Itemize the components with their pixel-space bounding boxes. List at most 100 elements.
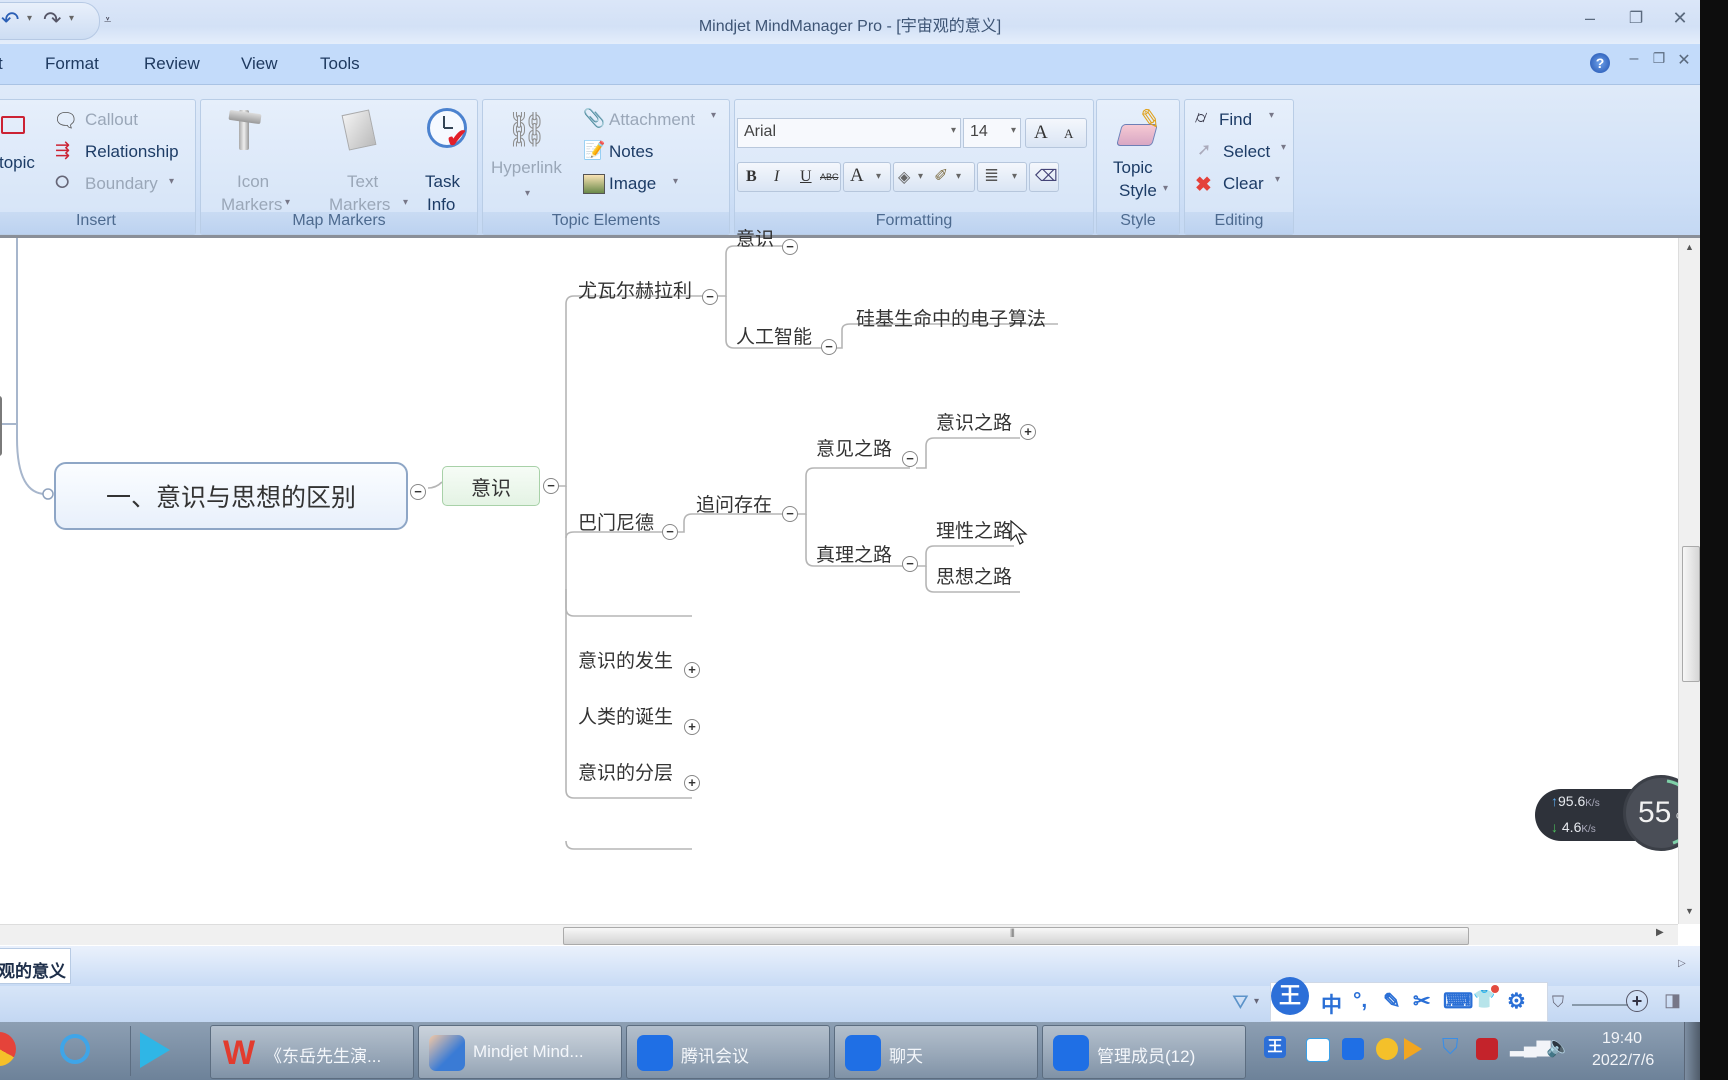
layout-view-icon[interactable]: ◨ xyxy=(1664,990,1681,1011)
subtopic-button[interactable]: topic xyxy=(0,153,35,173)
clear-dropdown-icon[interactable]: ▾ xyxy=(1275,174,1280,185)
tab-insert[interactable]: t xyxy=(0,54,3,74)
tray-power-icon[interactable] xyxy=(1476,1038,1498,1060)
restore-button[interactable]: ❐ xyxy=(1624,8,1648,28)
taskbar-button-members[interactable]: 管理成员(12) xyxy=(1042,1025,1246,1079)
tab-view[interactable]: View xyxy=(241,54,278,74)
font-size-combo[interactable]: 14 ▾ xyxy=(963,118,1021,148)
taskbar-button-mindjet[interactable]: Mindjet Mind... xyxy=(418,1025,622,1079)
topic-birth-humanity[interactable]: 人类的诞生 xyxy=(578,702,673,729)
collapse-question-being-button[interactable]: − xyxy=(782,506,798,522)
line-color-dropdown-icon[interactable]: ▾ xyxy=(956,171,961,182)
collapse-harari-button[interactable]: − xyxy=(702,289,718,305)
taskbar-button-wps[interactable]: W 《东岳先生演... xyxy=(210,1025,414,1079)
collapse-parmenides-button[interactable]: − xyxy=(662,524,678,540)
zoom-in-button[interactable]: + xyxy=(1626,990,1648,1012)
offscreen-topic-node[interactable] xyxy=(0,396,2,456)
bold-button[interactable]: B xyxy=(746,168,757,186)
grow-font-button[interactable]: A xyxy=(1034,122,1048,144)
tray-qq-icon[interactable] xyxy=(1306,1038,1330,1062)
document-tab[interactable]: 观的意义 xyxy=(0,948,71,984)
line-color-icon[interactable]: ✐ xyxy=(934,166,948,186)
close-button[interactable]: ✕ xyxy=(1668,8,1692,29)
ime-keyboard-icon[interactable]: ⌨ xyxy=(1443,989,1473,1014)
main-topic-consciousness[interactable]: 意识 xyxy=(442,466,540,506)
zoom-slider[interactable] xyxy=(1572,1004,1628,1006)
ime-handwrite-icon[interactable]: ✎ xyxy=(1383,989,1401,1014)
collapse-central-button[interactable]: − xyxy=(410,484,426,500)
topic-way-of-reason[interactable]: 理性之路 xyxy=(936,516,1012,543)
horizontal-scrollbar[interactable]: ⦀ ▶ xyxy=(0,924,1678,945)
doc-close-button[interactable]: ✕ xyxy=(1672,50,1696,70)
fill-color-dropdown-icon[interactable]: ▾ xyxy=(918,171,923,182)
topic-harari-consciousness[interactable]: 意识 xyxy=(736,224,774,251)
topic-way-of-truth[interactable]: 真理之路 xyxy=(816,540,892,567)
filter-dropdown-icon[interactable]: ▾ xyxy=(1254,996,1259,1007)
clear-button[interactable]: Clear xyxy=(1223,174,1264,194)
ime-punctuation[interactable]: °, xyxy=(1353,989,1367,1013)
tray-volume-icon[interactable]: 🔈 xyxy=(1546,1034,1571,1059)
hyperlink-dropdown-icon[interactable]: ▾ xyxy=(525,188,530,199)
boundary-dropdown-icon[interactable]: ▾ xyxy=(169,176,174,187)
scroll-up-icon[interactable]: ▲ xyxy=(1685,242,1694,252)
image-dropdown-icon[interactable]: ▾ xyxy=(673,176,678,187)
fill-color-icon[interactable]: ◈ xyxy=(898,167,910,187)
icon-markers-label-1[interactable]: Icon xyxy=(237,172,269,192)
ime-screenshot-icon[interactable]: ✂ xyxy=(1413,989,1431,1014)
font-size-dropdown-icon[interactable]: ▾ xyxy=(1011,125,1016,136)
minimize-button[interactable]: – xyxy=(1578,8,1602,29)
tab-scroll-icon[interactable]: ▷ xyxy=(1678,958,1686,969)
filter-icon[interactable]: ⛛ xyxy=(1232,992,1249,1015)
topic-ai[interactable]: 人工智能 xyxy=(736,322,812,349)
collapse-main-button[interactable]: − xyxy=(543,478,559,494)
qq-browser-icon[interactable] xyxy=(60,1034,90,1064)
topic-style-dropdown-icon[interactable]: ▾ xyxy=(1163,183,1168,194)
font-dropdown-icon[interactable]: ▾ xyxy=(951,125,956,136)
topic-way-of-thought[interactable]: 思想之路 xyxy=(936,562,1012,589)
topic-layers-consciousness[interactable]: 意识的分层 xyxy=(578,758,673,785)
scroll-down-icon[interactable]: ▼ xyxy=(1685,906,1694,916)
tray-security-icon[interactable]: ⛉ xyxy=(1442,1034,1459,1060)
vertical-scroll-thumb[interactable] xyxy=(1682,546,1700,682)
topic-style-label-1[interactable]: Topic xyxy=(1113,158,1153,178)
hyperlink-button[interactable]: Hyperlink xyxy=(491,158,562,178)
align-button[interactable]: ≣ ▾ xyxy=(977,162,1027,192)
expand-layers-consciousness-button[interactable]: + xyxy=(684,775,700,791)
show-desktop-button[interactable] xyxy=(1684,1022,1700,1080)
help-icon[interactable]: ? xyxy=(1590,53,1610,73)
doc-restore-button[interactable]: ❐ xyxy=(1647,50,1671,67)
tray-network-icon[interactable]: ▂▄▆ xyxy=(1510,1036,1550,1057)
font-color-button[interactable]: A ▾ xyxy=(843,162,891,192)
subtopic-icon[interactable] xyxy=(1,116,25,134)
expand-birth-humanity-button[interactable]: + xyxy=(684,719,700,735)
collapse-ai-button[interactable]: − xyxy=(821,339,837,355)
strikethrough-button[interactable]: ABC xyxy=(820,172,839,182)
notes-button[interactable]: Notes xyxy=(609,142,653,162)
tab-tools[interactable]: Tools xyxy=(320,54,360,74)
topic-origin-consciousness[interactable]: 意识的发生 xyxy=(578,646,673,673)
tray-video-icon[interactable] xyxy=(1404,1038,1422,1060)
doc-minimize-button[interactable]: – xyxy=(1622,50,1646,68)
expand-origin-consciousness-button[interactable]: + xyxy=(684,662,700,678)
zoom-out-handle-icon[interactable]: ⛉ xyxy=(1552,994,1564,1012)
network-monitor-widget[interactable]: ↑95.6K/s ↓ 4.6K/s 55 % xyxy=(1535,775,1699,851)
topic-question-being[interactable]: 追问存在 xyxy=(696,490,772,517)
clock-time[interactable]: 19:40 xyxy=(1602,1030,1642,1048)
relationship-button[interactable]: Relationship xyxy=(85,142,179,162)
tray-meeting-icon[interactable] xyxy=(1342,1038,1364,1060)
tray-ime-icon[interactable]: 王 xyxy=(1264,1036,1286,1058)
font-name-combo[interactable]: Arial ▾ xyxy=(737,118,961,148)
collapse-harari-consciousness-button[interactable]: − xyxy=(782,239,798,255)
collapse-way-of-opinion-button[interactable]: − xyxy=(902,451,918,467)
text-markers-dropdown-icon[interactable]: ▾ xyxy=(403,197,408,208)
font-color-dropdown-icon[interactable]: ▾ xyxy=(876,171,881,182)
select-button[interactable]: Select xyxy=(1223,142,1270,162)
taskbar-button-tencent-meeting[interactable]: 腾讯会议 xyxy=(626,1025,830,1079)
underline-button[interactable]: U xyxy=(800,168,812,186)
tab-format[interactable]: Format xyxy=(45,54,99,74)
attachment-dropdown-icon[interactable]: ▾ xyxy=(711,110,716,121)
clock-date[interactable]: 2022/7/6 xyxy=(1592,1052,1654,1070)
topic-parmenides[interactable]: 巴门尼德 xyxy=(578,508,654,535)
find-button[interactable]: Find xyxy=(1219,110,1252,130)
boundary-button[interactable]: Boundary xyxy=(85,174,158,194)
